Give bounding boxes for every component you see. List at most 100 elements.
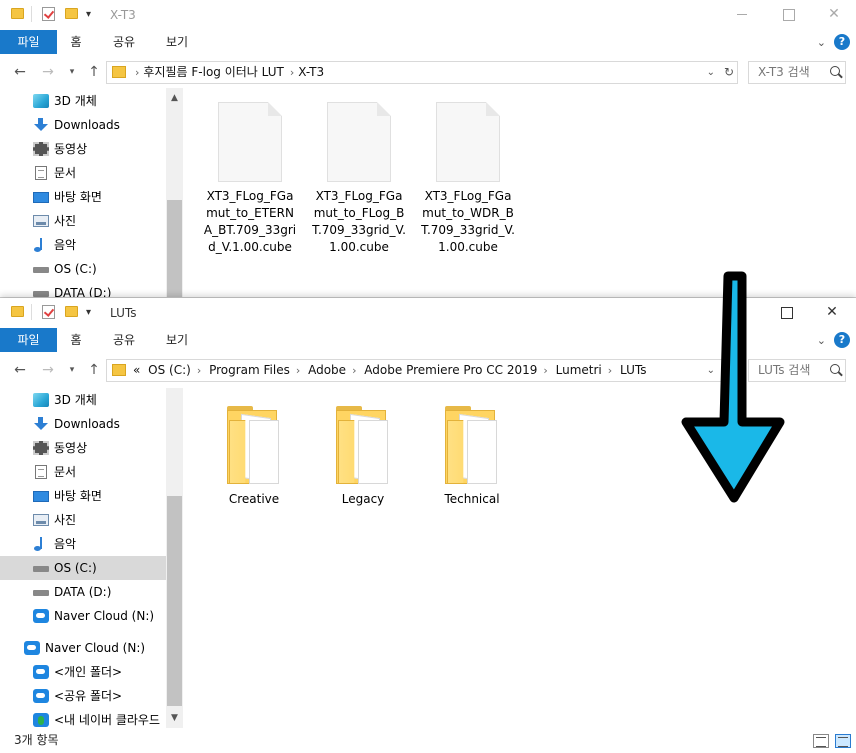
sidebar-item-my-naver-cloud[interactable]: <내 네이버 클라우드 — [0, 708, 166, 728]
sidebar-item-3d-objects[interactable]: 3D 개체 — [0, 89, 166, 113]
back-button[interactable]: ← — [10, 360, 30, 380]
expand-ribbon-icon[interactable]: ⌄ — [817, 334, 826, 347]
forward-button[interactable]: → — [38, 62, 58, 82]
address-bar[interactable]: « OS (C:) › Program Files › Adobe › Adobe P… — [106, 359, 738, 382]
title-bar[interactable]: ▾ X-T3 ✕ — [0, 0, 856, 30]
sidebar-scrollbar[interactable]: ▼ — [166, 388, 183, 728]
sidebar-item-label: Downloads — [54, 118, 120, 132]
sidebar-item-pictures[interactable]: 사진 — [0, 508, 166, 532]
sidebar-item-documents[interactable]: 문서 — [0, 460, 166, 484]
breadcrumb-item[interactable]: Program Files — [209, 363, 290, 377]
recent-locations-button[interactable]: ▾ — [62, 360, 82, 380]
breadcrumb-overflow-icon[interactable]: « — [133, 363, 140, 377]
address-dropdown-icon[interactable]: ⌄ — [707, 62, 715, 83]
tab-view[interactable]: 보기 — [157, 30, 197, 54]
close-button[interactable]: ✕ — [809, 298, 855, 328]
music-icon — [33, 238, 49, 252]
maximize-button[interactable] — [765, 0, 811, 30]
customize-toolbar-icon[interactable]: ▾ — [86, 304, 91, 322]
properties-icon[interactable] — [42, 7, 55, 21]
address-bar[interactable]: › 후지필름 F-log 이터나 LUT › X-T3 ⌄ ↻ — [106, 61, 738, 84]
file-list: XT3_FLog_FGamut_to_ETERNA_BT.709_33grid_… — [184, 88, 856, 297]
sidebar-item-label: OS (C:) — [54, 561, 97, 575]
folder-item[interactable]: Creative — [202, 406, 306, 506]
sidebar-item-shared-folder[interactable]: <공유 폴더> — [0, 684, 166, 708]
folder-item[interactable]: Legacy — [311, 406, 415, 506]
scroll-up-icon[interactable]: ▲ — [166, 90, 183, 107]
back-button[interactable]: ← — [10, 62, 30, 82]
refresh-icon[interactable]: ↻ — [724, 62, 734, 83]
details-view-icon[interactable] — [813, 734, 829, 748]
breadcrumb-item[interactable]: Lumetri — [556, 363, 602, 377]
expand-ribbon-icon[interactable]: ⌄ — [817, 36, 826, 49]
sidebar-item-videos[interactable]: 동영상 — [0, 137, 166, 161]
sidebar-item-desktop[interactable]: 바탕 화면 — [0, 185, 166, 209]
customize-toolbar-icon[interactable]: ▾ — [86, 6, 91, 24]
divider — [31, 6, 32, 22]
music-icon — [33, 537, 49, 551]
breadcrumb-item[interactable]: Adobe — [308, 363, 346, 377]
sidebar-item-videos[interactable]: 동영상 — [0, 436, 166, 460]
explorer-window-xt3: ▾ X-T3 ✕ 파일 홈 공유 보기 ⌄ ? ← → ▾ ↑ › 후지필름 F-… — [0, 0, 856, 298]
sidebar-item-os-c[interactable]: OS (C:) — [0, 556, 166, 580]
sidebar-item-pictures[interactable]: 사진 — [0, 209, 166, 233]
search-box[interactable]: X-T3 검색 — [748, 61, 846, 84]
sidebar-item-downloads[interactable]: Downloads — [0, 113, 166, 137]
sidebar-item-personal-folder[interactable]: <개인 폴더> — [0, 660, 166, 684]
sidebar-item-label: 동영상 — [54, 441, 88, 455]
breadcrumb: « OS (C:) › Program Files › Adobe › Adobe P… — [133, 363, 647, 377]
help-icon[interactable]: ? — [834, 34, 850, 50]
up-button[interactable]: ↑ — [84, 360, 104, 380]
sidebar-item-3d-objects[interactable]: 3D 개체 — [0, 388, 166, 412]
file-item[interactable]: XT3_FLog_FGamut_to_WDR_BT.709_33grid_V.1… — [416, 102, 520, 256]
large-icons-view-icon[interactable] — [835, 734, 851, 748]
help-icon[interactable]: ? — [834, 332, 850, 348]
new-folder-icon[interactable] — [65, 8, 78, 19]
document-icon — [35, 166, 47, 180]
tab-share[interactable]: 공유 — [104, 328, 144, 352]
minimize-button[interactable] — [719, 0, 765, 30]
sidebar-item-downloads[interactable]: Downloads — [0, 412, 166, 436]
download-icon — [33, 118, 49, 132]
file-item[interactable]: XT3_FLog_FGamut_to_FLog_BT.709_33grid_V.… — [307, 102, 411, 256]
sidebar-item-documents[interactable]: 문서 — [0, 161, 166, 185]
scroll-down-icon[interactable]: ▼ — [166, 710, 183, 727]
recent-locations-button[interactable]: ▾ — [62, 62, 82, 82]
forward-button[interactable]: → — [38, 360, 58, 380]
breadcrumb-item[interactable]: LUTs — [620, 363, 646, 377]
tab-home[interactable]: 홈 — [62, 328, 90, 352]
sidebar-item-data-d[interactable]: DATA (D:) — [0, 281, 166, 298]
sidebar-item-os-c[interactable]: OS (C:) — [0, 257, 166, 281]
window-title: X-T3 — [110, 8, 136, 22]
pictures-icon — [33, 514, 49, 526]
file-item[interactable]: XT3_FLog_FGamut_to_ETERNA_BT.709_33grid_… — [198, 102, 302, 256]
sidebar-scrollbar[interactable]: ▲ — [166, 88, 183, 297]
tab-share[interactable]: 공유 — [104, 30, 144, 54]
tab-home[interactable]: 홈 — [62, 30, 90, 54]
sidebar-item-naver-cloud[interactable]: Naver Cloud (N:) — [0, 604, 166, 628]
breadcrumb-item[interactable]: X-T3 — [298, 65, 324, 79]
new-folder-icon[interactable] — [65, 306, 78, 317]
search-icon — [830, 364, 840, 374]
breadcrumb-item[interactable]: 후지필름 F-log 이터나 LUT — [143, 65, 283, 79]
tab-view[interactable]: 보기 — [157, 328, 197, 352]
sidebar-item-label: DATA (D:) — [54, 286, 112, 298]
close-button[interactable]: ✕ — [811, 0, 856, 30]
tab-file[interactable]: 파일 — [0, 328, 57, 352]
tab-file[interactable]: 파일 — [0, 30, 57, 54]
video-icon — [33, 441, 49, 455]
sidebar-item-data-d[interactable]: DATA (D:) — [0, 580, 166, 604]
sidebar-item-desktop[interactable]: 바탕 화면 — [0, 484, 166, 508]
scrollbar-thumb[interactable] — [167, 496, 182, 706]
breadcrumb-item[interactable]: Adobe Premiere Pro CC 2019 — [364, 363, 537, 377]
properties-icon[interactable] — [42, 305, 55, 319]
breadcrumb-item[interactable]: OS (C:) — [148, 363, 191, 377]
sidebar-item-music[interactable]: 음악 — [0, 532, 166, 556]
sidebar-item-naver-cloud-root[interactable]: Naver Cloud (N:) — [0, 636, 166, 660]
sidebar-item-music[interactable]: 음악 — [0, 233, 166, 257]
scrollbar-thumb[interactable] — [167, 200, 182, 297]
drive-icon — [33, 291, 49, 297]
search-input[interactable]: X-T3 검색 — [758, 62, 810, 83]
folder-item[interactable]: Technical — [420, 406, 524, 506]
up-button[interactable]: ↑ — [84, 62, 104, 82]
